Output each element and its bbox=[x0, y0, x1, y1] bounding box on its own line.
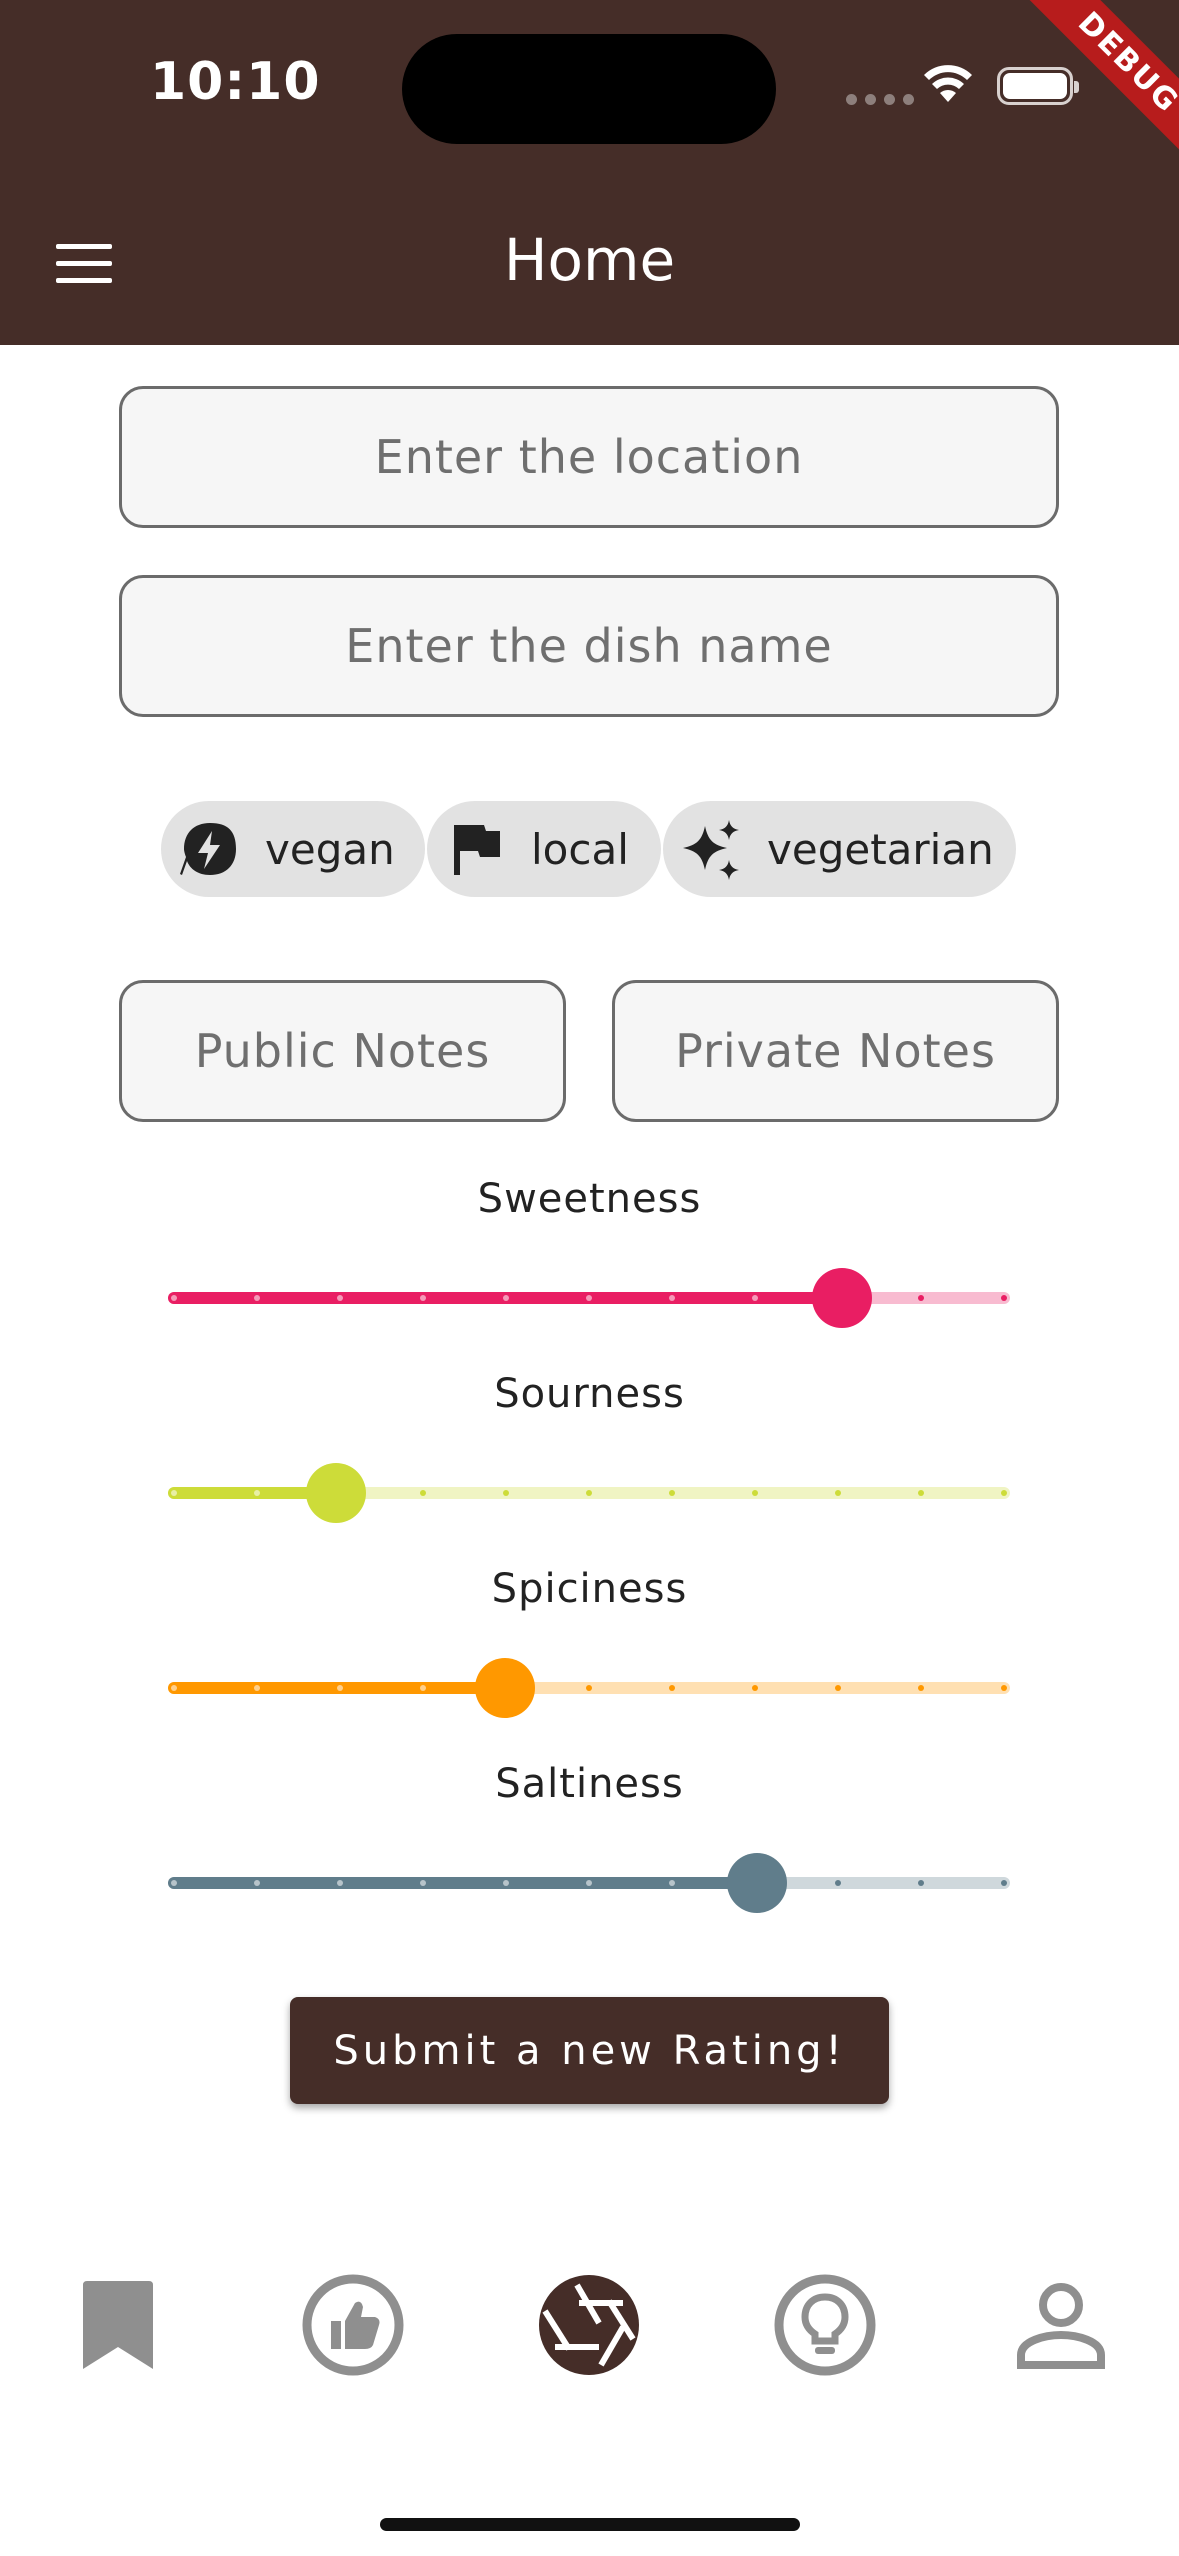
slider-tick bbox=[835, 1685, 841, 1691]
slider-tick bbox=[1001, 1490, 1007, 1496]
chip-vegetarian[interactable]: vegetarian bbox=[663, 801, 1016, 897]
page-title: Home bbox=[503, 226, 676, 294]
flag-icon bbox=[445, 818, 507, 880]
slider-tick bbox=[171, 1295, 177, 1301]
slider-tick bbox=[835, 1490, 841, 1496]
slider-thumb[interactable] bbox=[474, 1658, 535, 1718]
slider-tick bbox=[503, 1880, 509, 1886]
nav-bookmark[interactable] bbox=[63, 2270, 173, 2380]
chip-local[interactable]: local bbox=[427, 801, 661, 897]
thumb-up-icon bbox=[302, 2274, 404, 2376]
slider-tick bbox=[586, 1685, 592, 1691]
chip-label: local bbox=[531, 824, 629, 874]
spiciness-slider[interactable] bbox=[168, 1658, 1010, 1718]
slider-tick bbox=[420, 1685, 426, 1691]
chip-label: vegetarian bbox=[767, 824, 994, 874]
bolt-leaf-icon bbox=[179, 818, 241, 880]
spiciness-label: Spiciness bbox=[491, 1566, 688, 1612]
bookmark-icon bbox=[83, 2281, 153, 2369]
slider-tick bbox=[669, 1295, 675, 1301]
slider-tick bbox=[918, 1295, 924, 1301]
nav-thumbs-up[interactable] bbox=[298, 2270, 408, 2380]
sweetness-label: Sweetness bbox=[477, 1176, 702, 1222]
slider-tick bbox=[752, 1295, 758, 1301]
submit-rating-button[interactable]: Submit a new Rating! bbox=[290, 1997, 889, 2104]
slider-thumb[interactable] bbox=[306, 1463, 367, 1523]
slider-tick bbox=[171, 1490, 177, 1496]
saltiness-slider[interactable] bbox=[168, 1853, 1010, 1913]
slider-tick bbox=[586, 1490, 592, 1496]
slider-tick bbox=[669, 1685, 675, 1691]
lightbulb-icon bbox=[774, 2274, 876, 2376]
slider-tick bbox=[420, 1880, 426, 1886]
nav-camera[interactable] bbox=[534, 2270, 644, 2380]
slider-tick bbox=[337, 1880, 343, 1886]
slider-tick bbox=[171, 1685, 177, 1691]
slider-tick bbox=[254, 1685, 260, 1691]
slider-tick bbox=[503, 1295, 509, 1301]
slider-tick bbox=[1001, 1685, 1007, 1691]
sourness-slider[interactable] bbox=[168, 1463, 1010, 1523]
camera-shutter-icon bbox=[539, 2275, 639, 2375]
slider-tick bbox=[918, 1880, 924, 1886]
location-input[interactable] bbox=[119, 386, 1059, 528]
home-indicator[interactable] bbox=[380, 2518, 800, 2531]
app-bar: 10:10 DEBUG Home bbox=[0, 0, 1179, 345]
slider-tick bbox=[918, 1490, 924, 1496]
slider-tick bbox=[254, 1490, 260, 1496]
dynamic-island bbox=[402, 34, 776, 144]
location-field[interactable] bbox=[122, 429, 1056, 485]
status-time: 10:10 bbox=[150, 52, 321, 112]
slider-tick bbox=[337, 1685, 343, 1691]
slider-tick bbox=[1001, 1880, 1007, 1886]
slider-tick bbox=[503, 1490, 509, 1496]
sparkle-icon bbox=[681, 818, 743, 880]
person-icon bbox=[1017, 2283, 1105, 2369]
slider-tick bbox=[420, 1295, 426, 1301]
nav-ideas[interactable] bbox=[770, 2270, 880, 2380]
slider-tick bbox=[254, 1880, 260, 1886]
slider-tick bbox=[1001, 1295, 1007, 1301]
slider-tick bbox=[835, 1880, 841, 1886]
slider-tick bbox=[254, 1295, 260, 1301]
slider-tick bbox=[752, 1490, 758, 1496]
battery-icon bbox=[997, 67, 1079, 105]
sourness-label: Sourness bbox=[494, 1371, 685, 1417]
chip-label: vegan bbox=[265, 824, 395, 874]
slider-tick bbox=[669, 1490, 675, 1496]
public-notes-button[interactable]: Public Notes bbox=[119, 980, 566, 1122]
slider-tick bbox=[171, 1880, 177, 1886]
chip-vegan[interactable]: vegan bbox=[161, 801, 425, 897]
slider-tick bbox=[918, 1685, 924, 1691]
slider-thumb[interactable] bbox=[811, 1268, 872, 1328]
slider-tick bbox=[586, 1295, 592, 1301]
slider-thumb[interactable] bbox=[727, 1853, 788, 1913]
slider-tick bbox=[337, 1295, 343, 1301]
dish-name-field[interactable] bbox=[122, 618, 1056, 674]
slider-tick bbox=[752, 1685, 758, 1691]
saltiness-label: Saltiness bbox=[495, 1761, 684, 1807]
private-notes-button[interactable]: Private Notes bbox=[612, 980, 1059, 1122]
slider-tick bbox=[669, 1880, 675, 1886]
nav-profile[interactable] bbox=[1006, 2270, 1116, 2380]
wifi-icon bbox=[924, 65, 972, 102]
sweetness-slider[interactable] bbox=[168, 1268, 1010, 1328]
slider-tick bbox=[586, 1880, 592, 1886]
signal-icon bbox=[846, 94, 914, 105]
dish-name-input[interactable] bbox=[119, 575, 1059, 717]
slider-tick bbox=[420, 1490, 426, 1496]
